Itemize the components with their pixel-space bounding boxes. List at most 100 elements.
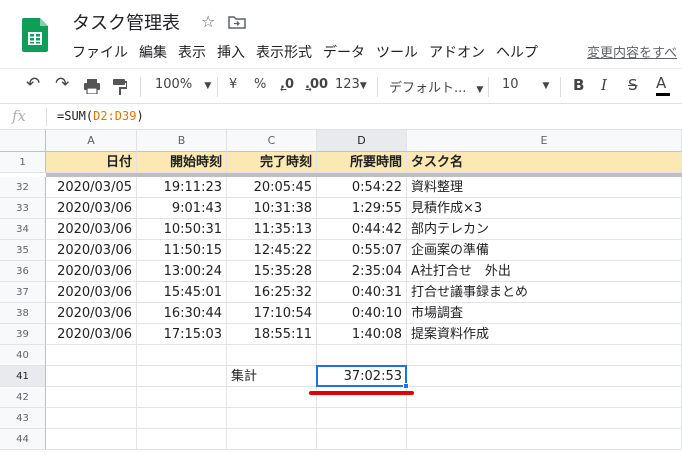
data-cell[interactable]: A社打合せ 外出 xyxy=(407,261,682,282)
decrease-decimal-button[interactable]: .0 ← xyxy=(280,77,294,94)
percent-format-button[interactable]: % xyxy=(254,77,266,92)
data-cell[interactable]: 10:50:31 xyxy=(137,219,227,240)
row-header[interactable]: 32 xyxy=(0,177,46,198)
row-header[interactable]: 40 xyxy=(0,345,46,366)
data-cell[interactable]: 2020/03/06 xyxy=(46,324,137,345)
menu-edit[interactable]: 編集 xyxy=(139,42,167,62)
menu-view[interactable]: 表示 xyxy=(178,42,206,62)
row-header[interactable]: 43 xyxy=(0,408,46,429)
data-cell[interactable]: 16:30:44 xyxy=(137,303,227,324)
document-title[interactable]: タスク管理表 xyxy=(72,9,180,35)
row-header[interactable]: 44 xyxy=(0,429,46,450)
data-cell[interactable]: 市場調査 xyxy=(407,303,682,324)
header-cell[interactable]: 日付 xyxy=(46,152,137,173)
data-cell[interactable]: 16:25:32 xyxy=(227,282,317,303)
data-cell[interactable]: 見積作成×3 xyxy=(407,198,682,219)
last-edit-link[interactable]: 変更内容をすべ xyxy=(587,42,677,61)
empty-cell[interactable] xyxy=(46,408,137,429)
freeze-divider[interactable] xyxy=(46,173,682,177)
column-header-a[interactable]: A xyxy=(46,130,137,152)
empty-cell[interactable] xyxy=(137,429,227,450)
empty-cell[interactable] xyxy=(407,429,682,450)
paint-format-icon[interactable] xyxy=(113,79,127,95)
data-cell[interactable]: 0:44:42 xyxy=(317,219,407,240)
row-header[interactable]: 39 xyxy=(0,324,46,345)
data-cell[interactable]: 17:10:54 xyxy=(227,303,317,324)
font-family-select[interactable]: デフォルト... ▼ xyxy=(389,77,483,96)
data-cell[interactable]: 2:35:04 xyxy=(317,261,407,282)
text-color-button[interactable]: A xyxy=(656,74,670,96)
formula-input[interactable]: =SUM(D2:D39) xyxy=(57,109,144,123)
strikethrough-button[interactable]: S xyxy=(628,76,638,94)
data-cell[interactable]: 11:50:15 xyxy=(137,240,227,261)
increase-decimal-button[interactable]: .00 → xyxy=(305,77,328,94)
data-cell[interactable]: 0:40:31 xyxy=(317,282,407,303)
zoom-select[interactable]: 100% ▼ xyxy=(155,77,211,92)
empty-cell[interactable] xyxy=(407,408,682,429)
data-cell[interactable]: 2020/03/06 xyxy=(46,219,137,240)
currency-format-button[interactable]: ¥ xyxy=(229,77,237,92)
menu-addons[interactable]: アドオン xyxy=(429,42,485,62)
bold-button[interactable]: B xyxy=(573,76,584,94)
row-header[interactable]: 38 xyxy=(0,303,46,324)
column-header-c[interactable]: C xyxy=(227,130,317,152)
header-cell[interactable]: 開始時刻 xyxy=(137,152,227,173)
row-header[interactable]: 36 xyxy=(0,261,46,282)
empty-cell[interactable] xyxy=(227,345,317,366)
data-cell[interactable]: 2020/03/06 xyxy=(46,240,137,261)
data-cell[interactable]: 部内テレカン xyxy=(407,219,682,240)
data-cell[interactable]: 20:05:45 xyxy=(227,177,317,198)
empty-cell[interactable] xyxy=(317,345,407,366)
row-header[interactable]: 41 xyxy=(0,366,46,387)
row-header[interactable]: 34 xyxy=(0,219,46,240)
row-header[interactable]: 37 xyxy=(0,282,46,303)
menu-data[interactable]: データ xyxy=(323,42,365,62)
selected-cell-d41[interactable] xyxy=(316,365,407,387)
menu-insert[interactable]: 挿入 xyxy=(217,42,245,62)
row-header[interactable]: 42 xyxy=(0,387,46,408)
menu-help[interactable]: ヘルプ xyxy=(496,42,538,62)
header-cell[interactable]: 所要時間 xyxy=(317,152,407,173)
empty-cell[interactable] xyxy=(46,429,137,450)
empty-cell[interactable] xyxy=(46,345,137,366)
column-header-d[interactable]: D xyxy=(317,130,407,152)
data-cell[interactable]: 1:29:55 xyxy=(317,198,407,219)
data-cell[interactable]: 打合せ議事録まとめ xyxy=(407,282,682,303)
data-cell[interactable]: 9:01:43 xyxy=(137,198,227,219)
data-cell[interactable]: 0:55:07 xyxy=(317,240,407,261)
font-size-select[interactable]: 10 ▼ xyxy=(502,77,549,92)
data-cell[interactable]: 1:40:08 xyxy=(317,324,407,345)
empty-cell[interactable] xyxy=(227,429,317,450)
redo-icon[interactable]: ↷ xyxy=(55,74,69,94)
italic-button[interactable]: I xyxy=(601,76,607,94)
data-cell[interactable]: 企画案の準備 xyxy=(407,240,682,261)
menu-tools[interactable]: ツール xyxy=(376,42,418,62)
data-cell[interactable]: 2020/03/06 xyxy=(46,261,137,282)
data-cell[interactable]: 11:35:13 xyxy=(227,219,317,240)
data-cell[interactable]: 18:55:11 xyxy=(227,324,317,345)
column-header-e[interactable]: E xyxy=(407,130,682,152)
total-label-cell[interactable]: 集計 xyxy=(227,366,317,387)
data-cell[interactable]: 0:40:10 xyxy=(317,303,407,324)
data-cell[interactable]: 提案資料作成 xyxy=(407,324,682,345)
empty-cell[interactable] xyxy=(317,408,407,429)
move-to-folder-icon[interactable] xyxy=(228,15,246,29)
data-cell[interactable]: 2020/03/06 xyxy=(46,282,137,303)
fill-handle[interactable] xyxy=(403,383,409,389)
data-cell[interactable]: 19:11:23 xyxy=(137,177,227,198)
empty-cell[interactable] xyxy=(137,408,227,429)
row-header[interactable]: 1 xyxy=(0,152,46,173)
data-cell[interactable]: 15:45:01 xyxy=(137,282,227,303)
data-cell[interactable]: 12:45:22 xyxy=(227,240,317,261)
empty-cell[interactable] xyxy=(227,387,317,408)
print-icon[interactable] xyxy=(84,79,100,94)
data-cell[interactable]: 10:31:38 xyxy=(227,198,317,219)
empty-cell[interactable] xyxy=(407,366,682,387)
row-header[interactable]: 33 xyxy=(0,198,46,219)
empty-cell[interactable] xyxy=(46,366,137,387)
sheets-logo-icon[interactable] xyxy=(22,18,48,52)
data-cell[interactable]: 資料整理 xyxy=(407,177,682,198)
data-cell[interactable]: 15:35:28 xyxy=(227,261,317,282)
empty-cell[interactable] xyxy=(407,345,682,366)
data-cell[interactable]: 13:00:24 xyxy=(137,261,227,282)
